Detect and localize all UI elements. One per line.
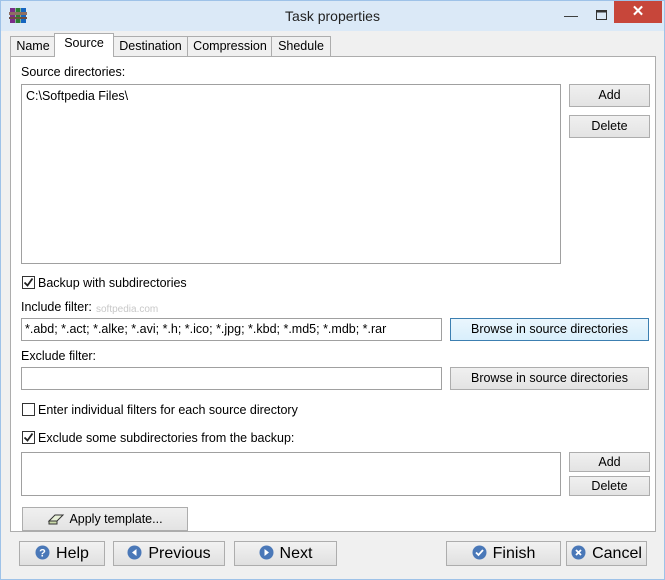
exclude-subdirectories-label[interactable]: Exclude some subdirectories from the bac… xyxy=(38,431,294,445)
delete-source-button[interactable]: Delete xyxy=(569,115,650,138)
include-filter-label: Include filter: xyxy=(21,300,92,314)
watermark-text: softpedia.com xyxy=(96,304,159,315)
finish-button[interactable]: Finish xyxy=(446,541,561,566)
tab-destination[interactable]: Destination xyxy=(112,36,189,56)
help-label: Help xyxy=(56,545,89,562)
include-filter-input[interactable]: *.abd; *.act; *.alke; *.avi; *.h; *.ico;… xyxy=(21,318,442,341)
source-directories-label: Source directories: xyxy=(21,65,126,79)
backup-subdirectories-label[interactable]: Backup with subdirectories xyxy=(38,276,187,290)
eraser-icon xyxy=(48,514,65,525)
delete-excluded-button[interactable]: Delete xyxy=(569,476,650,496)
checkmark-circle-icon xyxy=(472,545,487,560)
backup-subdirectories-checkbox[interactable] xyxy=(22,276,35,289)
checkmark-icon xyxy=(23,432,34,442)
apply-template-button[interactable]: Apply template... xyxy=(22,507,188,531)
add-source-button[interactable]: Add xyxy=(569,84,650,107)
excluded-subdirectories-list[interactable] xyxy=(21,452,561,496)
tab-source[interactable]: Source xyxy=(54,33,114,57)
exclude-subdirectories-checkbox[interactable] xyxy=(22,431,35,444)
tab-compression[interactable]: Compression xyxy=(187,36,273,56)
minimize-icon: — xyxy=(564,7,578,23)
cancel-label: Cancel xyxy=(592,545,642,562)
close-icon: ✕ xyxy=(631,3,645,20)
maximize-icon xyxy=(595,10,607,20)
list-item[interactable]: C:\Softpedia Files\ xyxy=(26,89,128,103)
individual-filters-label[interactable]: Enter individual filters for each source… xyxy=(38,403,298,417)
cancel-icon xyxy=(571,545,586,560)
individual-filters-checkbox[interactable] xyxy=(22,403,35,416)
apply-template-label: Apply template... xyxy=(69,512,163,526)
browse-include-button[interactable]: Browse in source directories xyxy=(450,318,649,341)
add-excluded-button[interactable]: Add xyxy=(569,452,650,472)
previous-label: Previous xyxy=(148,545,211,562)
arrow-left-icon xyxy=(127,545,142,560)
exclude-filter-input[interactable] xyxy=(21,367,442,390)
arrow-right-icon xyxy=(259,545,274,560)
title-bar[interactable]: Task properties — ✕ xyxy=(1,1,664,31)
help-button[interactable]: ? Help xyxy=(19,541,105,566)
browse-exclude-button[interactable]: Browse in source directories xyxy=(450,367,649,390)
tab-name[interactable]: Name xyxy=(10,36,56,56)
exclude-filter-label: Exclude filter: xyxy=(21,349,97,363)
source-directories-list[interactable]: C:\Softpedia Files\ xyxy=(21,84,561,264)
svg-text:?: ? xyxy=(39,548,46,560)
maximize-button[interactable] xyxy=(586,1,616,29)
next-label: Next xyxy=(279,545,313,562)
next-button[interactable]: Next xyxy=(234,541,337,566)
checkmark-icon xyxy=(23,277,34,287)
cancel-button[interactable]: Cancel xyxy=(566,541,647,566)
finish-label: Finish xyxy=(492,545,536,562)
tab-shedule[interactable]: Shedule xyxy=(271,36,331,56)
close-button[interactable]: ✕ xyxy=(614,1,662,23)
help-icon: ? xyxy=(35,545,50,560)
previous-button[interactable]: Previous xyxy=(113,541,225,566)
task-properties-window: Task properties — ✕ Name Source Destinat… xyxy=(0,0,665,580)
minimize-button[interactable]: — xyxy=(556,1,586,29)
